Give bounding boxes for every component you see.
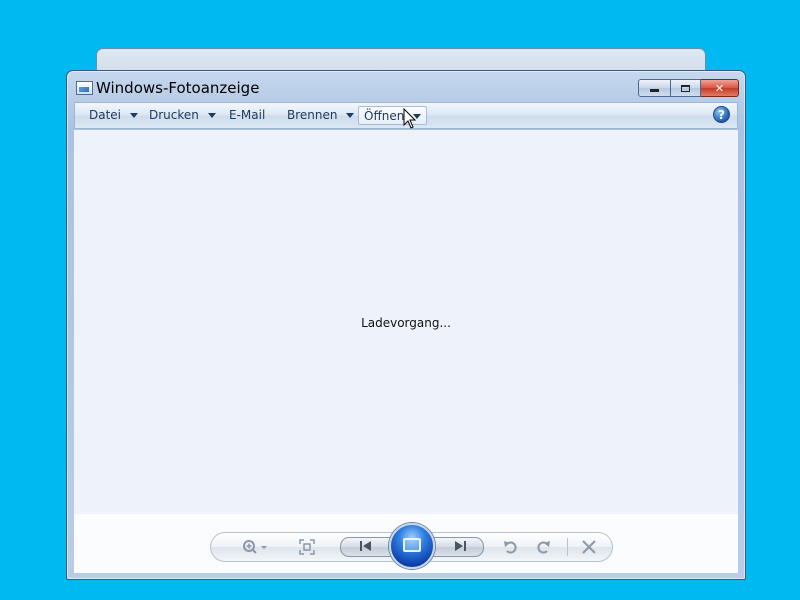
- mouse-cursor-icon: [403, 108, 417, 129]
- title-bar[interactable]: Windows-Fotoanzeige ✕: [67, 71, 745, 101]
- control-footer: [74, 514, 738, 573]
- menu-label: Brennen: [287, 108, 338, 122]
- slideshow-button[interactable]: [389, 523, 435, 569]
- menu-label: Datei: [89, 108, 122, 122]
- window-title: Windows-Fotoanzeige: [96, 79, 260, 97]
- slideshow-icon: [403, 538, 421, 552]
- previous-icon[interactable]: [355, 539, 377, 555]
- delete-icon[interactable]: [579, 538, 599, 556]
- actual-size-icon[interactable]: [297, 538, 317, 556]
- help-icon[interactable]: ?: [713, 106, 730, 123]
- menu-drucken[interactable]: Drucken: [144, 106, 221, 125]
- playback-control-bar: [210, 523, 613, 569]
- dropdown-arrow-icon: [130, 113, 139, 118]
- next-icon[interactable]: [449, 539, 471, 555]
- minimize-icon: [650, 89, 659, 92]
- menu-label: E-Mail: [229, 108, 266, 122]
- menu-label: Drucken: [149, 108, 199, 122]
- menu-brennen[interactable]: Brennen: [282, 106, 359, 125]
- control-separator: [567, 538, 568, 556]
- menu-email[interactable]: E-Mail: [224, 106, 270, 125]
- minimize-button[interactable]: [638, 79, 671, 97]
- dropdown-arrow-icon: [346, 113, 355, 118]
- window-controls: ✕: [638, 79, 739, 97]
- maximize-button[interactable]: [671, 79, 701, 97]
- rotate-right-icon[interactable]: [533, 538, 553, 556]
- menu-label: Öffnen: [364, 109, 405, 123]
- dropdown-arrow-icon: [207, 113, 216, 118]
- close-icon: ✕: [714, 81, 725, 95]
- photo-viewer-app-icon: [76, 81, 93, 95]
- loading-status-text: Ladevorgang...: [361, 316, 451, 330]
- maximize-icon: [681, 84, 690, 92]
- rotate-left-icon[interactable]: [501, 538, 521, 556]
- image-viewing-area: Ladevorgang...: [74, 130, 738, 514]
- close-button[interactable]: ✕: [701, 79, 739, 97]
- menu-datei[interactable]: Datei: [84, 106, 143, 125]
- photo-viewer-window: Windows-Fotoanzeige ✕ Datei Drucken E-Ma…: [66, 70, 746, 580]
- zoom-icon[interactable]: [239, 538, 273, 556]
